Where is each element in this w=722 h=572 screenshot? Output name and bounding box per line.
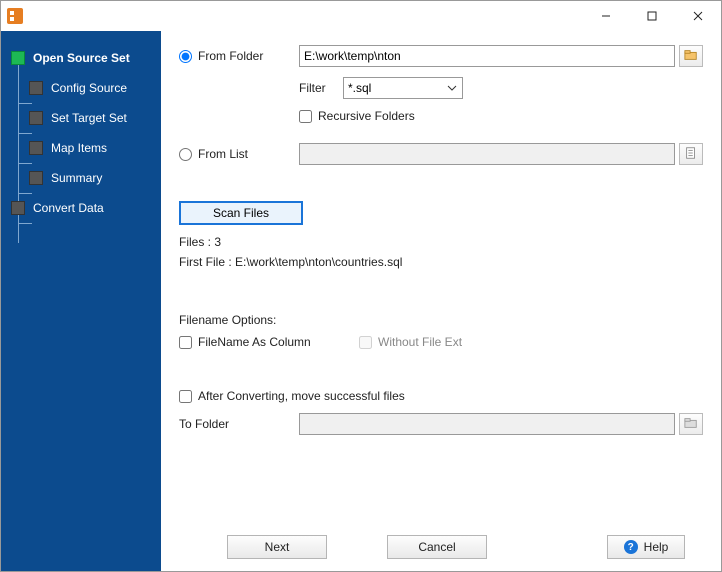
filter-select[interactable] [343,77,463,99]
filename-as-column-checkbox[interactable] [179,336,192,349]
to-folder-input[interactable] [299,413,675,435]
from-list-input[interactable] [299,143,675,165]
from-list-label: From List [198,147,248,161]
filename-as-column-label: FileName As Column [198,335,311,349]
step-open-source-set[interactable]: Open Source Set [1,43,161,73]
minimize-button[interactable] [583,1,629,31]
close-button[interactable] [675,1,721,31]
main-panel: From Folder Filter [161,31,721,571]
step-convert-data[interactable]: Convert Data [1,193,161,223]
step-summary[interactable]: Summary [1,163,161,193]
filter-label: Filter [299,81,343,95]
from-list-radio[interactable] [179,148,192,161]
step-label: Summary [51,171,102,185]
filter-select-input[interactable] [343,77,463,99]
step-status-icon [29,171,43,185]
without-file-ext-label: Without File Ext [378,335,462,349]
filename-options-heading: Filename Options: [179,313,276,327]
recursive-folders-checkbox[interactable] [299,110,312,123]
scan-files-button[interactable]: Scan Files [179,201,303,225]
recursive-folders-label: Recursive Folders [318,109,415,123]
browse-list-button[interactable] [679,143,703,165]
browse-to-folder-button[interactable] [679,413,703,435]
step-status-icon [29,81,43,95]
from-folder-radio[interactable] [179,50,192,63]
open-file-icon [684,146,698,163]
after-converting-checkbox[interactable] [179,390,192,403]
scan-files-label: Scan Files [213,206,269,220]
from-folder-label: From Folder [198,49,263,63]
step-label: Config Source [51,81,127,95]
step-config-source[interactable]: Config Source [1,73,161,103]
step-set-target-set[interactable]: Set Target Set [1,103,161,133]
step-status-icon [11,51,25,65]
step-status-icon [29,111,43,125]
wizard-footer: Next Cancel ? Help [179,523,703,571]
step-label: Open Source Set [33,51,130,65]
from-folder-input[interactable] [299,45,675,67]
step-status-icon [11,201,25,215]
app-window: Open Source Set Config Source Set Target… [0,0,722,572]
help-button-label: Help [644,540,669,554]
without-file-ext-checkbox [359,336,372,349]
step-status-icon [29,141,43,155]
app-icon [7,8,23,24]
help-icon: ? [624,540,638,554]
wizard-sidebar: Open Source Set Config Source Set Target… [1,31,161,571]
open-folder-icon [684,48,698,65]
titlebar [1,1,721,31]
after-converting-label: After Converting, move successful files [198,389,405,403]
help-button[interactable]: ? Help [607,535,685,559]
step-label: Convert Data [33,201,104,215]
step-map-items[interactable]: Map Items [1,133,161,163]
browse-folder-button[interactable] [679,45,703,67]
cancel-button[interactable]: Cancel [387,535,487,559]
step-label: Map Items [51,141,107,155]
files-count-text: Files : 3 [179,235,221,249]
next-button-label: Next [265,540,290,554]
step-label: Set Target Set [51,111,127,125]
to-folder-label: To Folder [179,417,229,431]
first-file-text: First File : E:\work\temp\nton\countries… [179,255,402,269]
next-button[interactable]: Next [227,535,327,559]
maximize-button[interactable] [629,1,675,31]
cancel-button-label: Cancel [418,540,455,554]
open-folder-icon [684,416,698,433]
